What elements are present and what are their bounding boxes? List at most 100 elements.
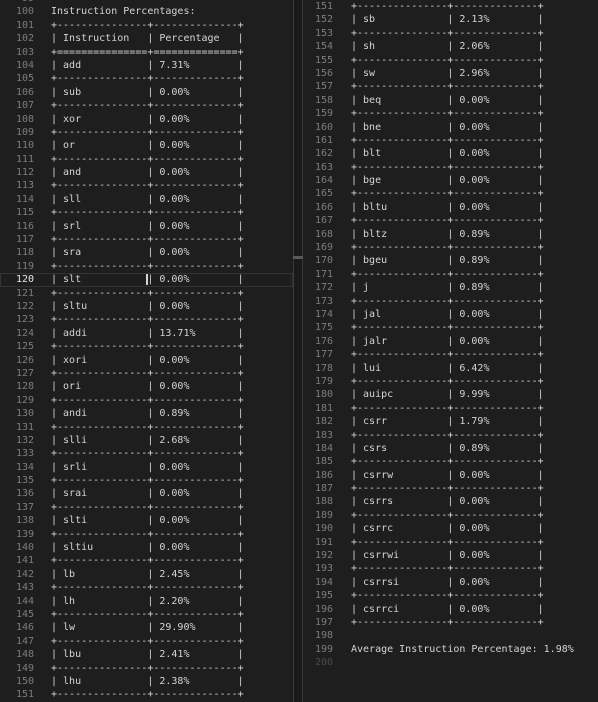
code-line[interactable]: 176 | jalr | 0.00% |: [303, 335, 598, 348]
line-text[interactable]: +---------------+--------------+: [333, 0, 598, 13]
code-line[interactable]: 164 | bge | 0.00% |: [303, 174, 598, 187]
line-text[interactable]: +---------------+--------------+: [333, 562, 598, 575]
code-line[interactable]: 143 +---------------+--------------+: [0, 581, 293, 594]
line-text[interactable]: +---------------+--------------+: [34, 688, 293, 701]
line-text[interactable]: +---------------+--------------+: [34, 421, 293, 434]
code-line[interactable]: 162 | blt | 0.00% |: [303, 147, 598, 160]
code-line[interactable]: 102 | Instruction | Percentage |: [0, 32, 293, 45]
code-line[interactable]: 185 +---------------+--------------+: [303, 455, 598, 468]
code-line[interactable]: 195 +---------------+--------------+: [303, 589, 598, 602]
code-line[interactable]: 199 Average Instruction Percentage: 1.98%: [303, 643, 598, 656]
line-text[interactable]: +---------------+--------------+: [333, 482, 598, 495]
code-line[interactable]: 140 | sltiu | 0.00% |: [0, 541, 293, 554]
line-text[interactable]: | sw | 2.96% |: [333, 67, 598, 80]
line-text[interactable]: | srli | 0.00% |: [34, 461, 293, 474]
line-text[interactable]: | slti | 0.00% |: [34, 514, 293, 527]
line-text[interactable]: +---------------+--------------+: [34, 287, 293, 300]
line-text[interactable]: +---------------+--------------+: [34, 206, 293, 219]
code-line[interactable]: 120 | slt | 0.00% |: [0, 273, 293, 287]
code-line[interactable]: 121 +---------------+--------------+: [0, 287, 293, 300]
line-text[interactable]: +---------------+--------------+: [333, 589, 598, 602]
line-text[interactable]: +---------------+--------------+: [333, 241, 598, 254]
code-line[interactable]: 168 | bltz | 0.89% |: [303, 228, 598, 241]
code-line[interactable]: 174 | jal | 0.00% |: [303, 308, 598, 321]
code-line[interactable]: 194 | csrrsi | 0.00% |: [303, 576, 598, 589]
line-text[interactable]: +---------------+--------------+: [34, 367, 293, 380]
code-line[interactable]: 169 +---------------+--------------+: [303, 241, 598, 254]
line-text[interactable]: | bltz | 0.89% |: [333, 228, 598, 241]
code-line[interactable]: 158 | beq | 0.00% |: [303, 94, 598, 107]
line-text[interactable]: +---------------+--------------+: [34, 528, 293, 541]
line-text[interactable]: +---------------+--------------+: [333, 161, 598, 174]
line-text[interactable]: | sh | 2.06% |: [333, 40, 598, 53]
right-line-list[interactable]: 151 +---------------+--------------+ 152 | …: [303, 0, 598, 670]
code-line[interactable]: 173 +---------------+--------------+: [303, 295, 598, 308]
line-text[interactable]: +---------------+--------------+: [34, 153, 293, 166]
code-line[interactable]: 189 +---------------+--------------+: [303, 509, 598, 522]
code-line[interactable]: 135 +---------------+--------------+: [0, 474, 293, 487]
line-text[interactable]: | slt | 0.00% |: [34, 273, 293, 286]
line-text[interactable]: | bge | 0.00% |: [333, 174, 598, 187]
code-line[interactable]: 186 | csrrw | 0.00% |: [303, 469, 598, 482]
code-line[interactable]: 105 +---------------+--------------+: [0, 72, 293, 85]
code-line[interactable]: 178 | lui | 6.42% |: [303, 362, 598, 375]
code-line[interactable]: 196 | csrrci | 0.00% |: [303, 603, 598, 616]
line-text[interactable]: +---------------+--------------+: [34, 501, 293, 514]
code-line[interactable]: 116 | srl | 0.00% |: [0, 220, 293, 233]
code-line[interactable]: 198: [303, 629, 598, 642]
code-line[interactable]: 172 | j | 0.89% |: [303, 281, 598, 294]
code-line[interactable]: 129 +---------------+--------------+: [0, 394, 293, 407]
code-line[interactable]: 160 | bne | 0.00% |: [303, 121, 598, 134]
line-text[interactable]: | or | 0.00% |: [34, 139, 293, 152]
split-divider[interactable]: [293, 0, 303, 702]
line-text[interactable]: | blt | 0.00% |: [333, 147, 598, 160]
code-line[interactable]: 134 | srli | 0.00% |: [0, 461, 293, 474]
code-line[interactable]: 151 +---------------+--------------+: [0, 688, 293, 701]
code-line[interactable]: 150 | lhu | 2.38% |: [0, 675, 293, 688]
code-line[interactable]: 166 | bltu | 0.00% |: [303, 201, 598, 214]
code-line[interactable]: 151 +---------------+--------------+: [303, 0, 598, 13]
code-line[interactable]: 113 +---------------+--------------+: [0, 179, 293, 192]
line-text[interactable]: | sra | 0.00% |: [34, 246, 293, 259]
line-text[interactable]: +---------------+--------------+: [34, 662, 293, 675]
code-line[interactable]: 133 +---------------+--------------+: [0, 447, 293, 460]
line-text[interactable]: +---------------+--------------+: [333, 536, 598, 549]
line-text[interactable]: +===============+==============+: [34, 46, 293, 59]
line-text[interactable]: +---------------+--------------+: [34, 179, 293, 192]
line-text[interactable]: | lb | 2.45% |: [34, 568, 293, 581]
line-text[interactable]: | csrr | 1.79% |: [333, 415, 598, 428]
line-text[interactable]: | lbu | 2.41% |: [34, 648, 293, 661]
code-line[interactable]: 161 +---------------+--------------+: [303, 134, 598, 147]
code-line[interactable]: 147 +---------------+--------------+: [0, 635, 293, 648]
line-text[interactable]: | bne | 0.00% |: [333, 121, 598, 134]
line-text[interactable]: +---------------+--------------+: [333, 107, 598, 120]
code-line[interactable]: 148 | lbu | 2.41% |: [0, 648, 293, 661]
code-line[interactable]: 122 | sltu | 0.00% |: [0, 300, 293, 313]
line-text[interactable]: | auipc | 9.99% |: [333, 388, 598, 401]
code-line[interactable]: 111 +---------------+--------------+: [0, 153, 293, 166]
code-line[interactable]: 127 +---------------+--------------+: [0, 367, 293, 380]
line-text[interactable]: | andi | 0.89% |: [34, 407, 293, 420]
code-line[interactable]: 184 | csrs | 0.89% |: [303, 442, 598, 455]
line-text[interactable]: | and | 0.00% |: [34, 166, 293, 179]
code-line[interactable]: 104 | add | 7.31% |: [0, 59, 293, 72]
code-line[interactable]: 171 +---------------+--------------+: [303, 268, 598, 281]
code-line[interactable]: 139 +---------------+--------------+: [0, 528, 293, 541]
line-text[interactable]: | srai | 0.00% |: [34, 487, 293, 500]
split-handle[interactable]: [293, 256, 303, 259]
code-line[interactable]: 126 | xori | 0.00% |: [0, 354, 293, 367]
line-text[interactable]: +---------------+--------------+: [333, 348, 598, 361]
line-text[interactable]: | add | 7.31% |: [34, 59, 293, 72]
line-text[interactable]: | csrrci | 0.00% |: [333, 603, 598, 616]
code-line[interactable]: 131 +---------------+--------------+: [0, 421, 293, 434]
code-line[interactable]: 180 | auipc | 9.99% |: [303, 388, 598, 401]
line-text[interactable]: +---------------+--------------+: [333, 214, 598, 227]
line-text[interactable]: | csrrs | 0.00% |: [333, 495, 598, 508]
line-text[interactable]: +---------------+--------------+: [333, 429, 598, 442]
line-text[interactable]: | csrrw | 0.00% |: [333, 469, 598, 482]
code-line[interactable]: 136 | srai | 0.00% |: [0, 487, 293, 500]
code-line[interactable]: 112 | and | 0.00% |: [0, 166, 293, 179]
line-text[interactable]: +---------------+--------------+: [333, 616, 598, 629]
code-line[interactable]: 117 +---------------+--------------+: [0, 233, 293, 246]
line-text[interactable]: +---------------+--------------+: [333, 268, 598, 281]
